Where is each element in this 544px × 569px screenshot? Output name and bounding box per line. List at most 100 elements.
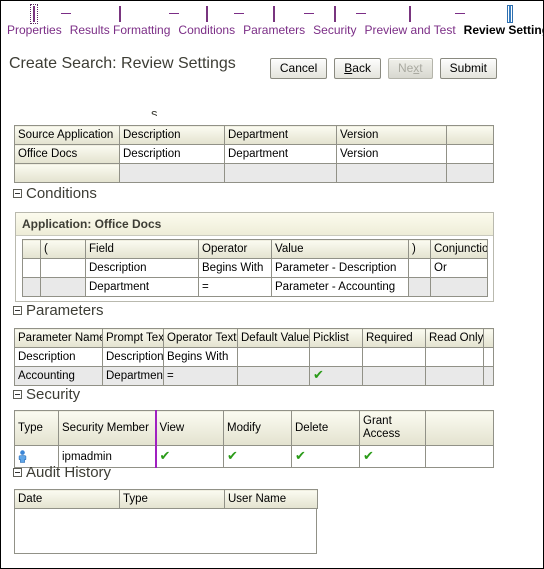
- table-row[interactable]: Description Begins With Parameter - Desc…: [22, 258, 488, 278]
- col-security-member: Security Member: [58, 410, 157, 446]
- col-date: Date: [14, 489, 120, 509]
- stepper-node-icon: [117, 5, 123, 23]
- cell-prompt-text: Description: [102, 347, 164, 367]
- cell-conjunction: Or: [430, 258, 488, 278]
- cell-spacer: [425, 445, 494, 468]
- parameters-section-title: Parameters: [26, 302, 104, 319]
- source-applications-table: Source Application Description Departmen…: [14, 125, 494, 183]
- cell-read-only: [425, 366, 484, 386]
- collapse-toggle-icon[interactable]: [13, 390, 22, 399]
- action-button-bar: Cancel Back Next Submit: [269, 58, 497, 79]
- cell-value: Parameter - Accounting: [271, 277, 409, 297]
- collapse-toggle-icon[interactable]: [13, 306, 22, 315]
- col-modify: Modify: [223, 410, 292, 446]
- audit-history-table: Date Type User Name: [14, 489, 318, 509]
- stepper-node-icon: [407, 5, 413, 23]
- cell-default-value: [237, 347, 310, 367]
- table-header-row: Type Security Member View Modify Delete …: [14, 410, 494, 446]
- cell-parameter-name: Accounting: [14, 366, 103, 386]
- security-table-wrap: Type Security Member View Modify Delete …: [14, 410, 494, 468]
- cell-view: ✔: [155, 445, 224, 468]
- cell-read-only: [425, 347, 484, 367]
- back-button[interactable]: Back: [334, 58, 381, 79]
- table-row[interactable]: [14, 163, 494, 183]
- cell-source-application: Office Docs: [14, 144, 120, 164]
- conditions-section-header[interactable]: Conditions: [13, 185, 97, 202]
- col-open-paren: (: [40, 239, 86, 259]
- cell-delete: ✔: [291, 445, 360, 468]
- stepper-step-parameters[interactable]: Parameters: [243, 5, 305, 37]
- table-header-row: Parameter Name Prompt Text Operator Text…: [14, 328, 494, 348]
- table-header-row: ( Field Operator Value ) Conjunction: [22, 239, 488, 259]
- col-description: Description: [119, 125, 225, 145]
- audit-history-empty-body: [14, 509, 317, 554]
- parameters-section-header[interactable]: Parameters: [13, 302, 104, 319]
- cell-operator: Begins With: [198, 258, 272, 278]
- stepper-node-icon: [204, 5, 210, 23]
- col-value: Value: [271, 239, 409, 259]
- col-picklist: Picklist: [309, 328, 363, 348]
- stepper-label-review-settings: Review Settings: [463, 23, 543, 37]
- back-button-label: ack: [352, 61, 371, 75]
- cell-description: Description: [119, 144, 225, 164]
- cell-version: [336, 163, 447, 183]
- col-source-application: Source Application: [14, 125, 120, 145]
- cell-open-paren: [40, 258, 86, 278]
- page-title: Create Search: Review Settings: [9, 55, 236, 72]
- col-field: Field: [85, 239, 199, 259]
- cell-picklist: [309, 347, 363, 367]
- cell-modify: ✔: [223, 445, 292, 468]
- stepper-step-security[interactable]: Security: [313, 5, 357, 37]
- stepper-step-preview-and-test[interactable]: Preview and Test: [365, 5, 456, 37]
- stepper-step-properties[interactable]: Properties: [7, 4, 62, 37]
- table-row[interactable]: Office Docs Description Department Versi…: [14, 144, 494, 164]
- table-row[interactable]: Accounting Department = ✔: [14, 366, 494, 386]
- cell-operator-text: =: [163, 366, 238, 386]
- cell-department: [224, 163, 337, 183]
- security-section-header[interactable]: Security: [13, 386, 80, 403]
- col-prompt-text: Prompt Text: [102, 328, 164, 348]
- stepper-label-results-formatting: Results Formatting: [69, 23, 171, 37]
- source-applications-section: Source Application Description Departmen…: [14, 125, 494, 183]
- stepper-node-current-icon: [506, 5, 513, 23]
- col-operator-text: Operator Text: [163, 328, 238, 348]
- col-department: Department: [224, 125, 337, 145]
- cell-grant-access: ✔: [359, 445, 426, 468]
- stepper-connector: [60, 5, 71, 23]
- col-conjunction: Conjunction: [430, 239, 488, 259]
- cell-value: Parameter - Description: [271, 258, 409, 278]
- cell-field: Department: [85, 277, 199, 297]
- cell-conjunction: [430, 277, 488, 297]
- collapse-toggle-icon[interactable]: [13, 189, 22, 198]
- cell-field: Description: [85, 258, 199, 278]
- conditions-table: ( Field Operator Value ) Conjunction Des…: [22, 239, 488, 297]
- stepper-step-conditions[interactable]: Conditions: [178, 5, 235, 37]
- col-spacer: [483, 328, 494, 348]
- collapse-toggle-icon[interactable]: [13, 468, 22, 477]
- col-type: Type: [14, 410, 59, 446]
- security-table: Type Security Member View Modify Delete …: [14, 410, 494, 468]
- cell-spacer: [483, 347, 494, 367]
- stepper-label-preview-and-test: Preview and Test: [364, 23, 456, 37]
- stepper-step-results-formatting[interactable]: Results Formatting: [69, 5, 171, 37]
- stepper-label-security: Security: [313, 23, 357, 37]
- cell-operator: =: [198, 277, 272, 297]
- table-header-row: Date Type User Name: [14, 489, 318, 509]
- stepper-label-parameters: Parameters: [243, 23, 306, 37]
- cell-parameter-name: Description: [14, 347, 103, 367]
- table-row[interactable]: Description Description Begins With: [14, 347, 494, 367]
- col-spacer: [425, 410, 494, 446]
- next-button: Next: [387, 58, 433, 79]
- table-row[interactable]: Department = Parameter - Accounting: [22, 277, 488, 297]
- col-delete: Delete: [291, 410, 360, 446]
- submit-button[interactable]: Submit: [439, 58, 497, 79]
- stepper-step-review-settings[interactable]: Review Settings: [463, 5, 543, 37]
- stepper-connector: [355, 5, 366, 23]
- cell-picklist: ✔: [309, 366, 363, 386]
- cancel-button[interactable]: Cancel: [269, 58, 328, 79]
- audit-history-section-header[interactable]: Audit History: [13, 464, 111, 481]
- col-grant-access: Grant Access: [359, 410, 426, 446]
- col-type: Type: [119, 489, 225, 509]
- conditions-section-title: Conditions: [26, 185, 97, 202]
- cell-rownum: [22, 277, 41, 297]
